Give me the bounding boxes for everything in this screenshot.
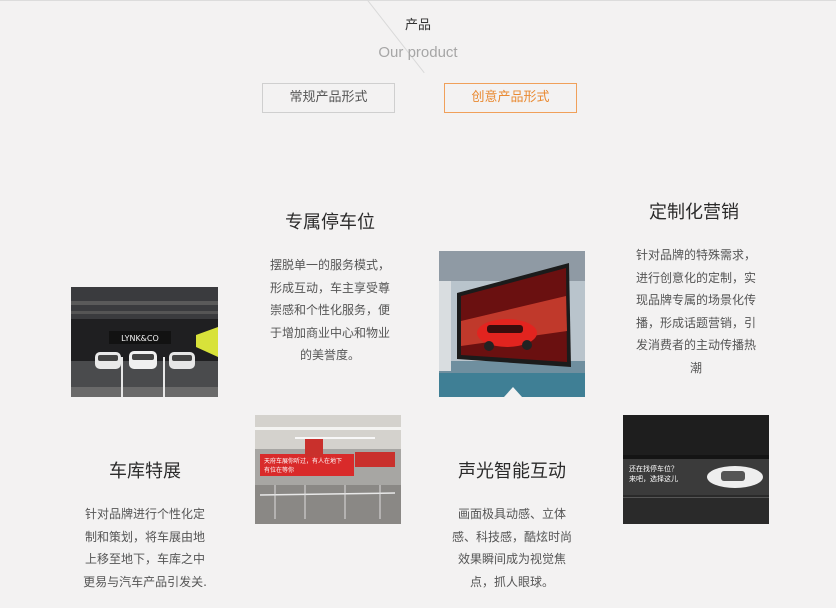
desc-line: 进行创意化的定制，实 [635, 270, 756, 285]
feature-title-parking: 专属停车位 [285, 212, 375, 233]
feature-desc-interactive: 画面极具动感、立体 感、科技感，酷炫时尚 效果瞬间成为视觉焦 点，抓人眼球。 [444, 503, 580, 593]
banner-text-2: 有位在等你 [264, 466, 294, 474]
desc-line: 点，抓人眼球。 [469, 574, 554, 589]
tab-regular-products[interactable]: 常规产品形式 [262, 83, 395, 113]
photo-garage-show: 天府车展你听过，有人在地下 有位在等你 [255, 415, 401, 524]
photo-interactive: 还在找停车位？ 来吧，选择这儿 [623, 415, 769, 524]
feature-title-interactive: 声光智能互动 [458, 461, 566, 482]
feature-desc-parking: 摆脱单一的服务模式， 形成互动，车主享受尊 崇感和个性化服务，便 于增加商业中心… [262, 254, 398, 367]
desc-line: 摆脱单一的服务模式， [269, 258, 390, 272]
desc-line: 感、科技感，酷炫时尚 [451, 529, 572, 544]
screen-text: 还在找停车位？ [629, 464, 678, 473]
desc-line: 更易与汽车产品引发关. [83, 574, 207, 589]
selection-pointer [504, 387, 522, 397]
desc-line: 播，形成话题营销，引 [635, 315, 756, 330]
desc-line: 针对品牌进行个性化定 [84, 507, 205, 521]
desc-line: 现品牌专属的场景化传 [635, 293, 756, 307]
desc-line: 制和策划，将车展由地 [84, 529, 205, 544]
decorative-diagonal-line [367, 0, 425, 74]
section-title: 产品 [404, 18, 431, 33]
tab-creative-products[interactable]: 创意产品形式 [444, 83, 577, 113]
photo-exclusive-parking: LYNK&CO [71, 287, 218, 397]
desc-line: 针对品牌的特殊需求， [635, 248, 756, 262]
desc-line: 发消费者的主动传播热 [635, 338, 756, 352]
desc-line: 画面极具动感、立体 [457, 507, 566, 521]
feature-desc-garage-show: 针对品牌进行个性化定 制和策划，将车展由地 上移至地下，车库之中 更易与汽车产品… [77, 503, 213, 593]
brand-sign-text: LYNK&CO [121, 334, 159, 343]
screen-text-2: 来吧，选择这儿 [629, 474, 678, 483]
feature-title-garage-show: 车库特展 [109, 461, 181, 482]
section-subtitle: Our product [378, 44, 458, 61]
desc-line: 效果瞬间成为视觉焦 [457, 552, 566, 566]
desc-line: 潮 [689, 360, 702, 375]
feature-title-marketing: 定制化营销 [649, 202, 739, 223]
desc-line: 于增加商业中心和物业 [269, 325, 390, 340]
desc-line: 崇感和个性化服务，便 [269, 303, 390, 317]
photo-custom-marketing [439, 251, 585, 397]
desc-line: 上移至地下，车库之中 [84, 552, 205, 566]
desc-line: 的美誉度。 [299, 348, 360, 362]
desc-line: 形成互动，车主享受尊 [269, 280, 390, 295]
top-divider [0, 0, 836, 1]
feature-desc-marketing: 针对品牌的特殊需求， 进行创意化的定制，实 现品牌专属的场景化传 播，形成话题营… [628, 244, 764, 379]
banner-text: 天府车展你听过，有人在地下 [264, 457, 342, 465]
